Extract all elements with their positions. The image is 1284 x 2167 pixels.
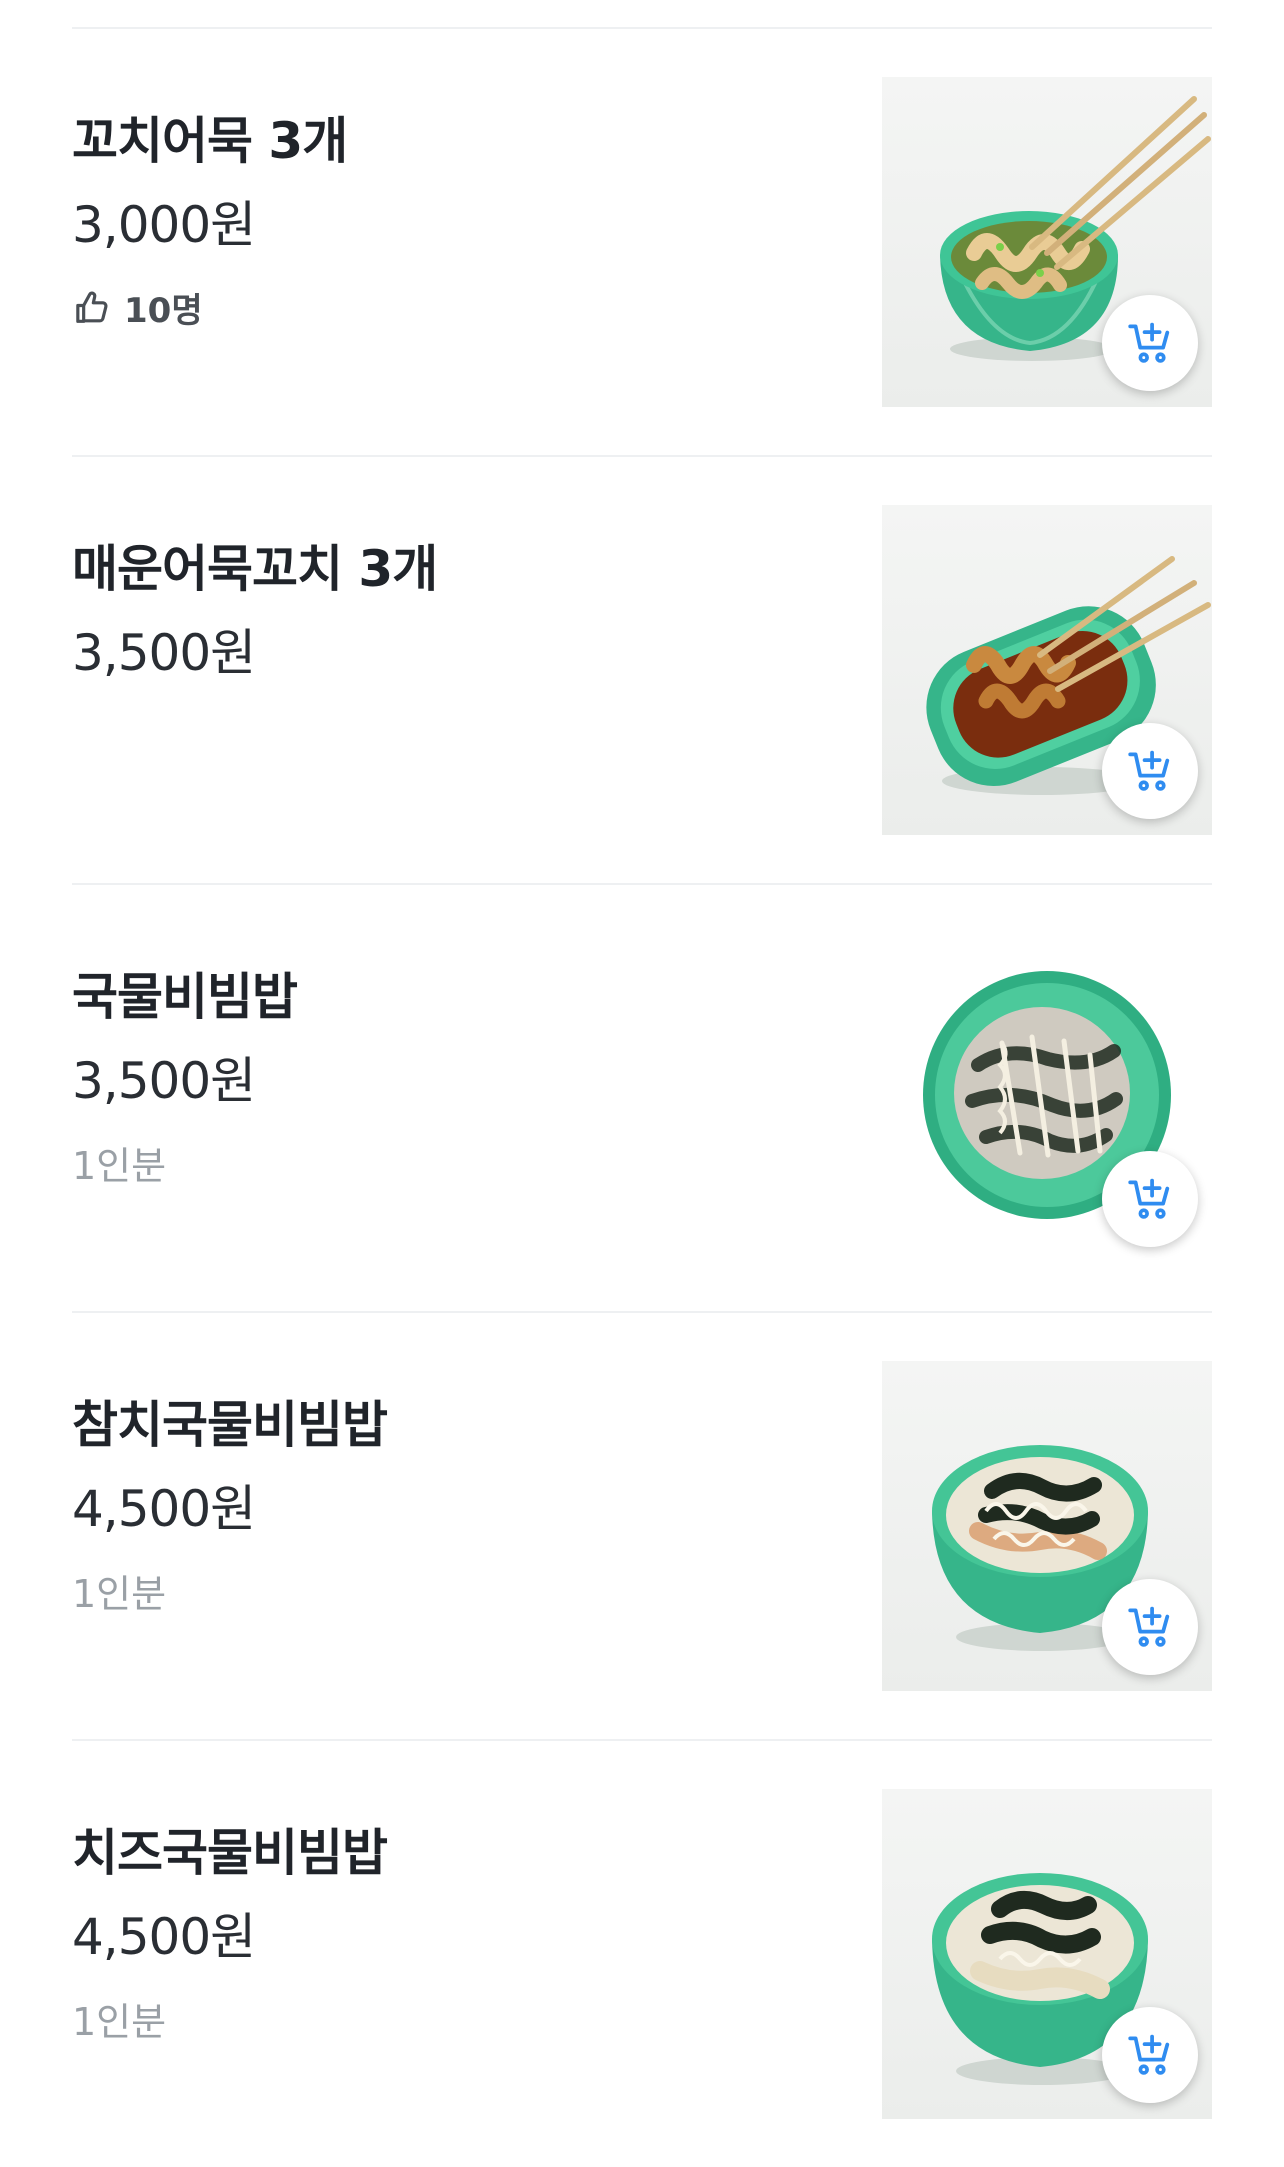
item-photo — [882, 1789, 1212, 2119]
item-name: 꼬치어묵 3개 — [72, 112, 348, 170]
add-to-cart-button[interactable] — [1102, 1579, 1198, 1675]
item-price: 4,500원 — [72, 1908, 256, 1966]
add-to-cart-icon — [1128, 2034, 1170, 2075]
add-to-cart-button[interactable] — [1102, 295, 1198, 391]
item-name: 매운어묵꼬치 3개 — [72, 540, 438, 598]
likes-count: 10명 — [124, 291, 203, 331]
item-likes: 10명 — [72, 283, 203, 332]
item-price: 4,500원 — [72, 1480, 256, 1538]
thumbs-up-icon — [76, 291, 108, 323]
menu-item-cheese-broth-bibimbap[interactable]: 치즈국물비빔밥 4,500원 1인분 — [72, 1741, 1212, 2167]
item-serving: 1인분 — [72, 1144, 167, 1188]
add-to-cart-button[interactable] — [1102, 723, 1198, 819]
add-to-cart-button[interactable] — [1102, 2007, 1198, 2103]
item-photo — [882, 933, 1212, 1263]
add-to-cart-icon — [1128, 322, 1170, 363]
menu-item-fishcake-skewers[interactable]: 꼬치어묵 3개 3,000원 10명 — [72, 29, 1212, 455]
item-name: 국물비빔밥 — [72, 968, 298, 1026]
add-to-cart-icon — [1128, 1178, 1170, 1219]
item-name: 치즈국물비빔밥 — [72, 1824, 388, 1882]
menu-item-spicy-fishcake-skewers[interactable]: 매운어묵꼬치 3개 3,500원 — [72, 457, 1212, 883]
item-photo — [882, 77, 1212, 407]
item-name: 참치국물비빔밥 — [72, 1396, 388, 1454]
item-serving: 1인분 — [72, 2000, 167, 2044]
add-to-cart-button[interactable] — [1102, 1151, 1198, 1247]
menu-item-broth-bibimbap[interactable]: 국물비빔밥 3,500원 1인분 — [72, 885, 1212, 1311]
item-price: 3,000원 — [72, 196, 256, 254]
item-price: 3,500원 — [72, 1052, 256, 1110]
menu-item-tuna-broth-bibimbap[interactable]: 참치국물비빔밥 4,500원 1인분 — [72, 1313, 1212, 1739]
add-to-cart-icon — [1128, 750, 1170, 791]
item-photo — [882, 505, 1212, 835]
menu-list: 꼬치어묵 3개 3,000원 10명 매운어묵꼬치 3개 3,500원 국물비빔… — [0, 0, 1284, 2124]
add-to-cart-icon — [1128, 1606, 1170, 1647]
item-photo — [882, 1361, 1212, 1691]
item-price: 3,500원 — [72, 624, 256, 682]
item-serving: 1인분 — [72, 1572, 167, 1616]
